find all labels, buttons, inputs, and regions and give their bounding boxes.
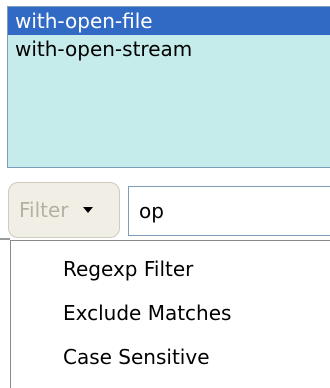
filter-input-value: op	[139, 199, 164, 223]
filter-button-label: Filter	[19, 198, 69, 222]
list-item[interactable]: with-open-file	[8, 7, 330, 35]
filter-options-menu: Regexp Filter Exclude Matches Case Sensi…	[10, 240, 330, 388]
menu-item-regexp-filter[interactable]: Regexp Filter	[63, 257, 193, 281]
menu-shadow	[0, 238, 10, 240]
filter-dropdown-button[interactable]: Filter	[8, 182, 120, 238]
menu-item-exclude-matches[interactable]: Exclude Matches	[63, 301, 231, 325]
menu-item-case-sensitive[interactable]: Case Sensitive	[63, 345, 210, 369]
filter-input[interactable]: op	[128, 186, 330, 236]
chevron-down-icon	[82, 183, 93, 237]
completion-list[interactable]: with-open-file with-open-stream	[7, 6, 330, 168]
list-item[interactable]: with-open-stream	[8, 35, 330, 63]
